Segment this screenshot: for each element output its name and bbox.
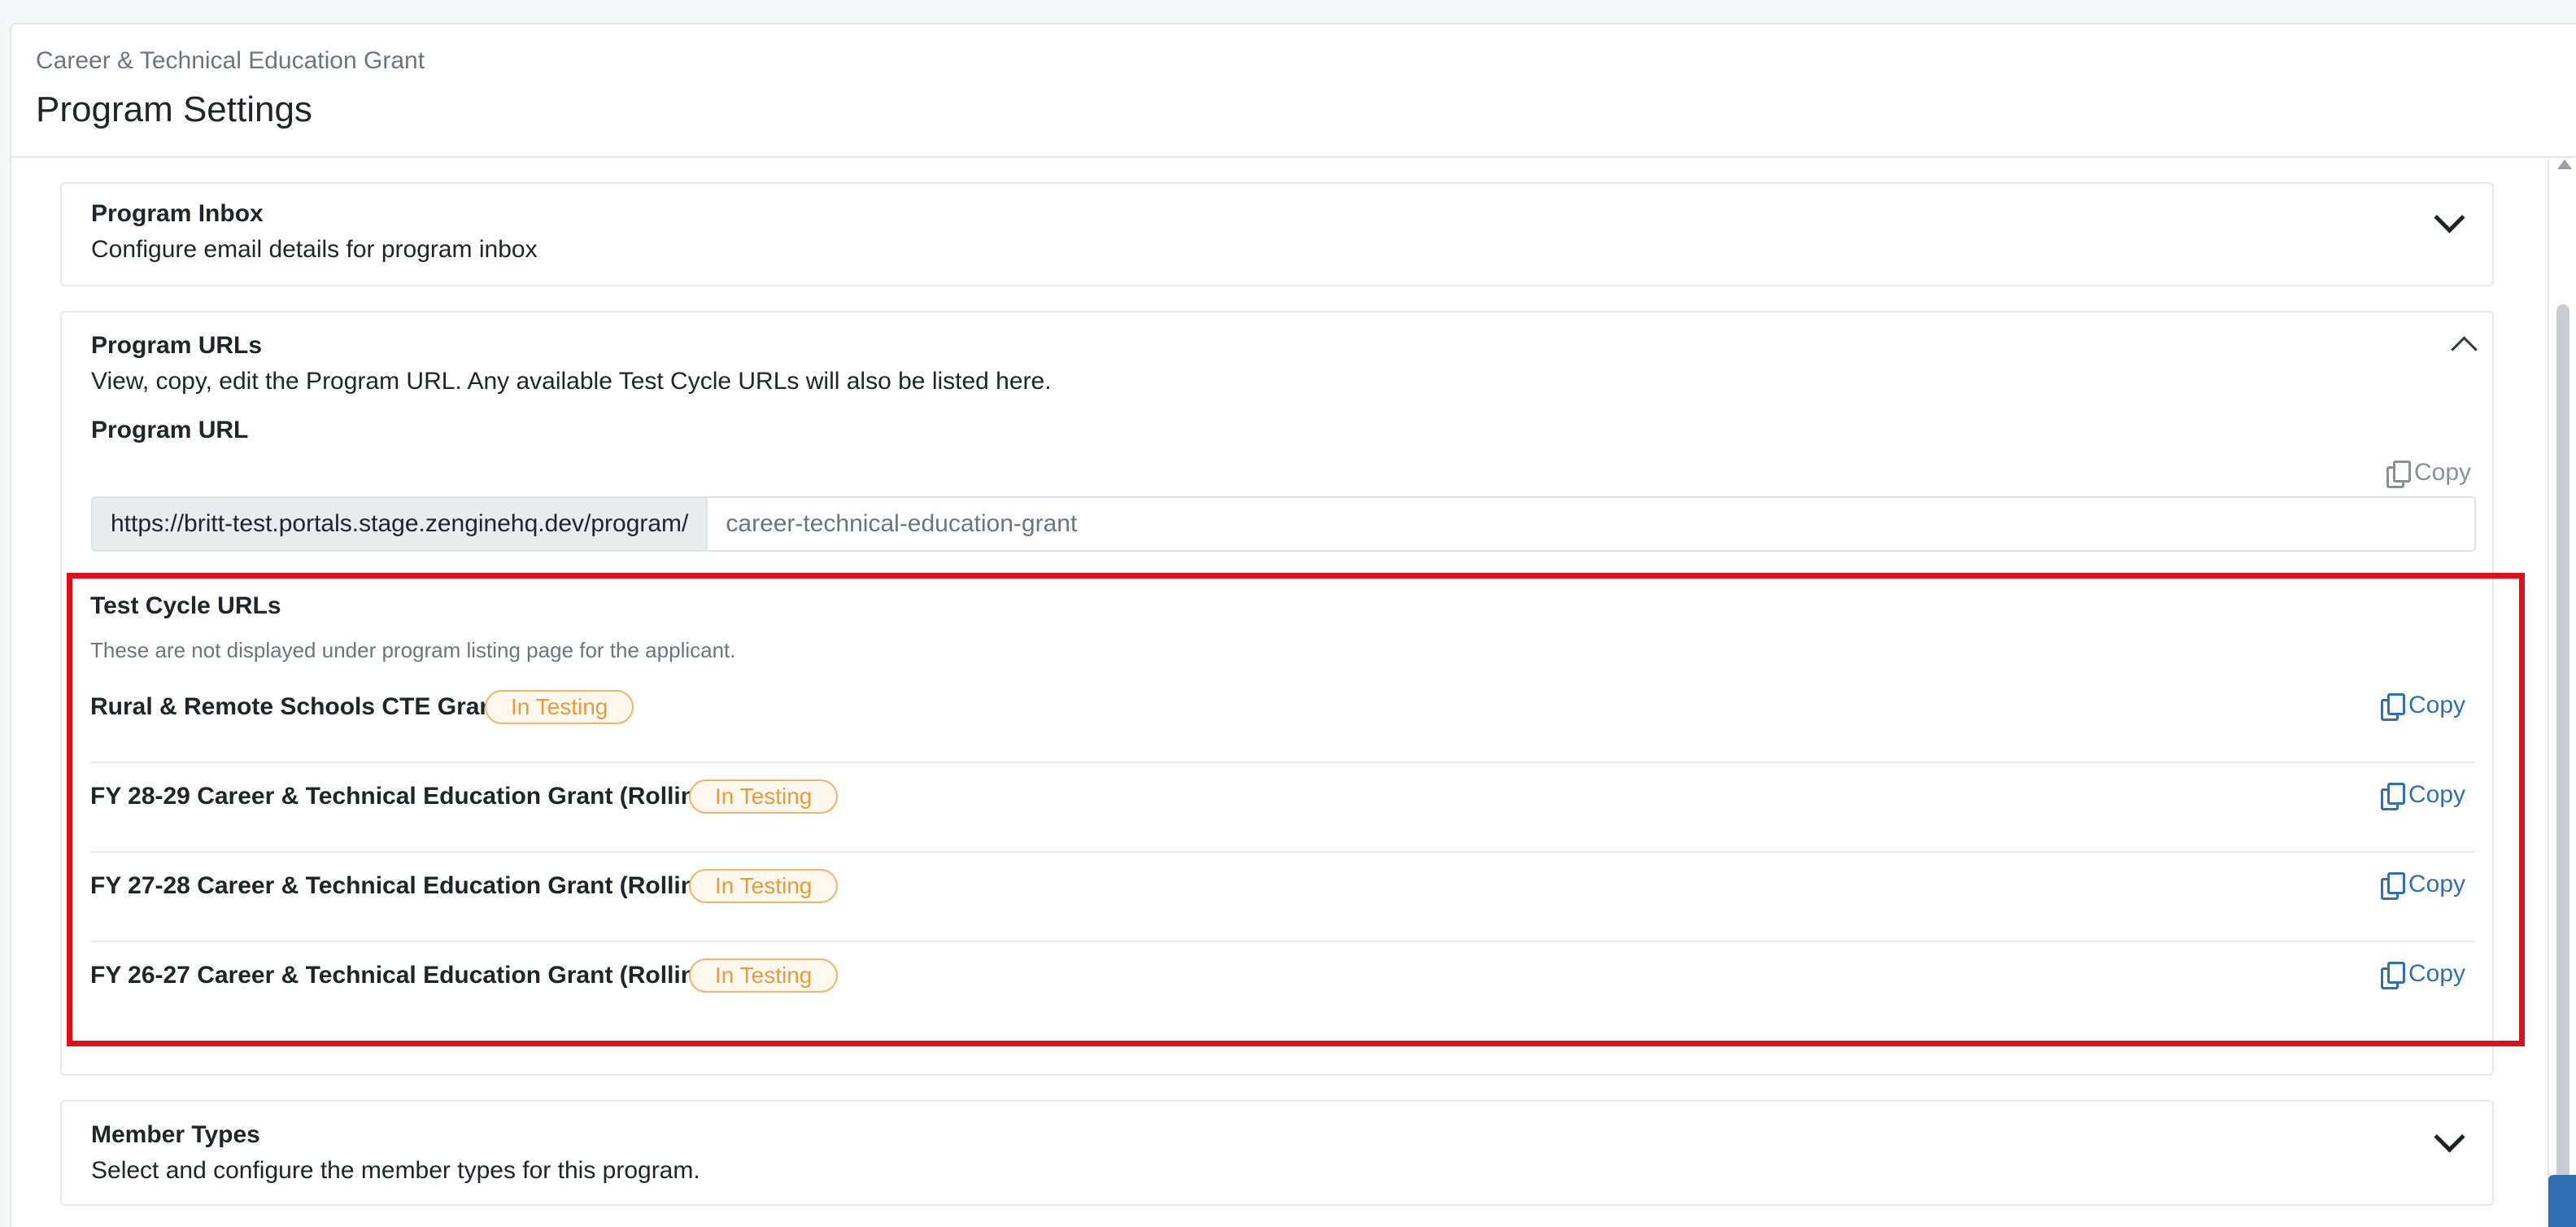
- program-urls-title[interactable]: Program URLs: [91, 332, 262, 360]
- test-cycle-row: Rural & Remote Schools CTE Grant In Test…: [90, 672, 2475, 763]
- test-cycle-row: FY 27-28 Career & Technical Education Gr…: [90, 851, 2475, 942]
- test-cycle-row: FY 26-27 Career & Technical Education Gr…: [90, 941, 2475, 1030]
- status-badge: In Testing: [689, 869, 839, 903]
- chevron-up-icon[interactable]: [2451, 336, 2478, 363]
- copy-label: Copy: [2408, 871, 2466, 897]
- help-tab[interactable]: [2548, 1175, 2576, 1227]
- scrollbar-thumb[interactable]: [2556, 304, 2569, 1227]
- status-badge: In Testing: [485, 690, 634, 724]
- test-cycle-copy-button[interactable]: Copy: [2381, 960, 2466, 989]
- test-cycle-urls-note: These are not displayed under program li…: [90, 638, 736, 662]
- test-cycle-name: FY 26-27 Career & Technical Education Gr…: [90, 962, 719, 989]
- copy-icon: [2381, 872, 2405, 900]
- member-types-title: Member Types: [91, 1121, 260, 1148]
- test-cycle-urls-title: Test Cycle URLs: [90, 592, 281, 619]
- program-url-copy-button[interactable]: Copy: [2386, 459, 2472, 488]
- test-cycle-copy-button[interactable]: Copy: [2381, 692, 2466, 721]
- member-types-description: Select and configure the member types fo…: [91, 1157, 700, 1184]
- page-title: Program Settings: [36, 90, 312, 129]
- program-url-label: Program URL: [91, 417, 249, 443]
- status-badge: In Testing: [689, 779, 839, 814]
- copy-label: Copy: [2408, 960, 2466, 987]
- program-url-slug-input[interactable]: [708, 498, 2474, 550]
- program-url-prefix: https://britt-test.portals.stage.zengine…: [93, 498, 708, 550]
- status-badge: In Testing: [689, 958, 839, 993]
- test-cycle-copy-button[interactable]: Copy: [2381, 871, 2466, 900]
- program-urls-description: View, copy, edit the Program URL. Any av…: [91, 368, 1052, 395]
- program-inbox-description: Configure email details for program inbo…: [91, 236, 538, 263]
- vertical-scrollbar[interactable]: [2549, 159, 2576, 1227]
- breadcrumb[interactable]: Career & Technical Education Grant: [36, 47, 425, 75]
- copy-label: Copy: [2408, 692, 2466, 718]
- copy-icon: [2381, 962, 2405, 989]
- program-url-input-group: https://britt-test.portals.stage.zengine…: [91, 496, 2476, 552]
- program-inbox-card[interactable]: Program Inbox Configure email details fo…: [60, 182, 2494, 286]
- test-cycle-name: FY 28-29 Career & Technical Education Gr…: [90, 783, 719, 810]
- test-cycle-name: FY 27-28 Career & Technical Education Gr…: [90, 872, 719, 899]
- copy-label: Copy: [2408, 781, 2466, 808]
- test-cycle-row: FY 28-29 Career & Technical Education Gr…: [90, 762, 2475, 853]
- test-cycle-name: Rural & Remote Schools CTE Grant: [90, 693, 503, 720]
- test-cycle-copy-button[interactable]: Copy: [2381, 781, 2466, 810]
- program-inbox-title: Program Inbox: [91, 200, 264, 227]
- member-types-card[interactable]: Member Types Select and configure the me…: [60, 1100, 2494, 1206]
- chevron-down-icon[interactable]: [2434, 202, 2465, 234]
- copy-label: Copy: [2414, 459, 2472, 486]
- copy-icon: [2381, 783, 2405, 810]
- copy-icon: [2386, 461, 2411, 488]
- copy-icon: [2381, 693, 2405, 721]
- scroll-up-arrow-icon[interactable]: [2557, 159, 2572, 169]
- page-header: Career & Technical Education Grant Progr…: [11, 24, 2576, 158]
- chevron-down-icon[interactable]: [2434, 1121, 2465, 1153]
